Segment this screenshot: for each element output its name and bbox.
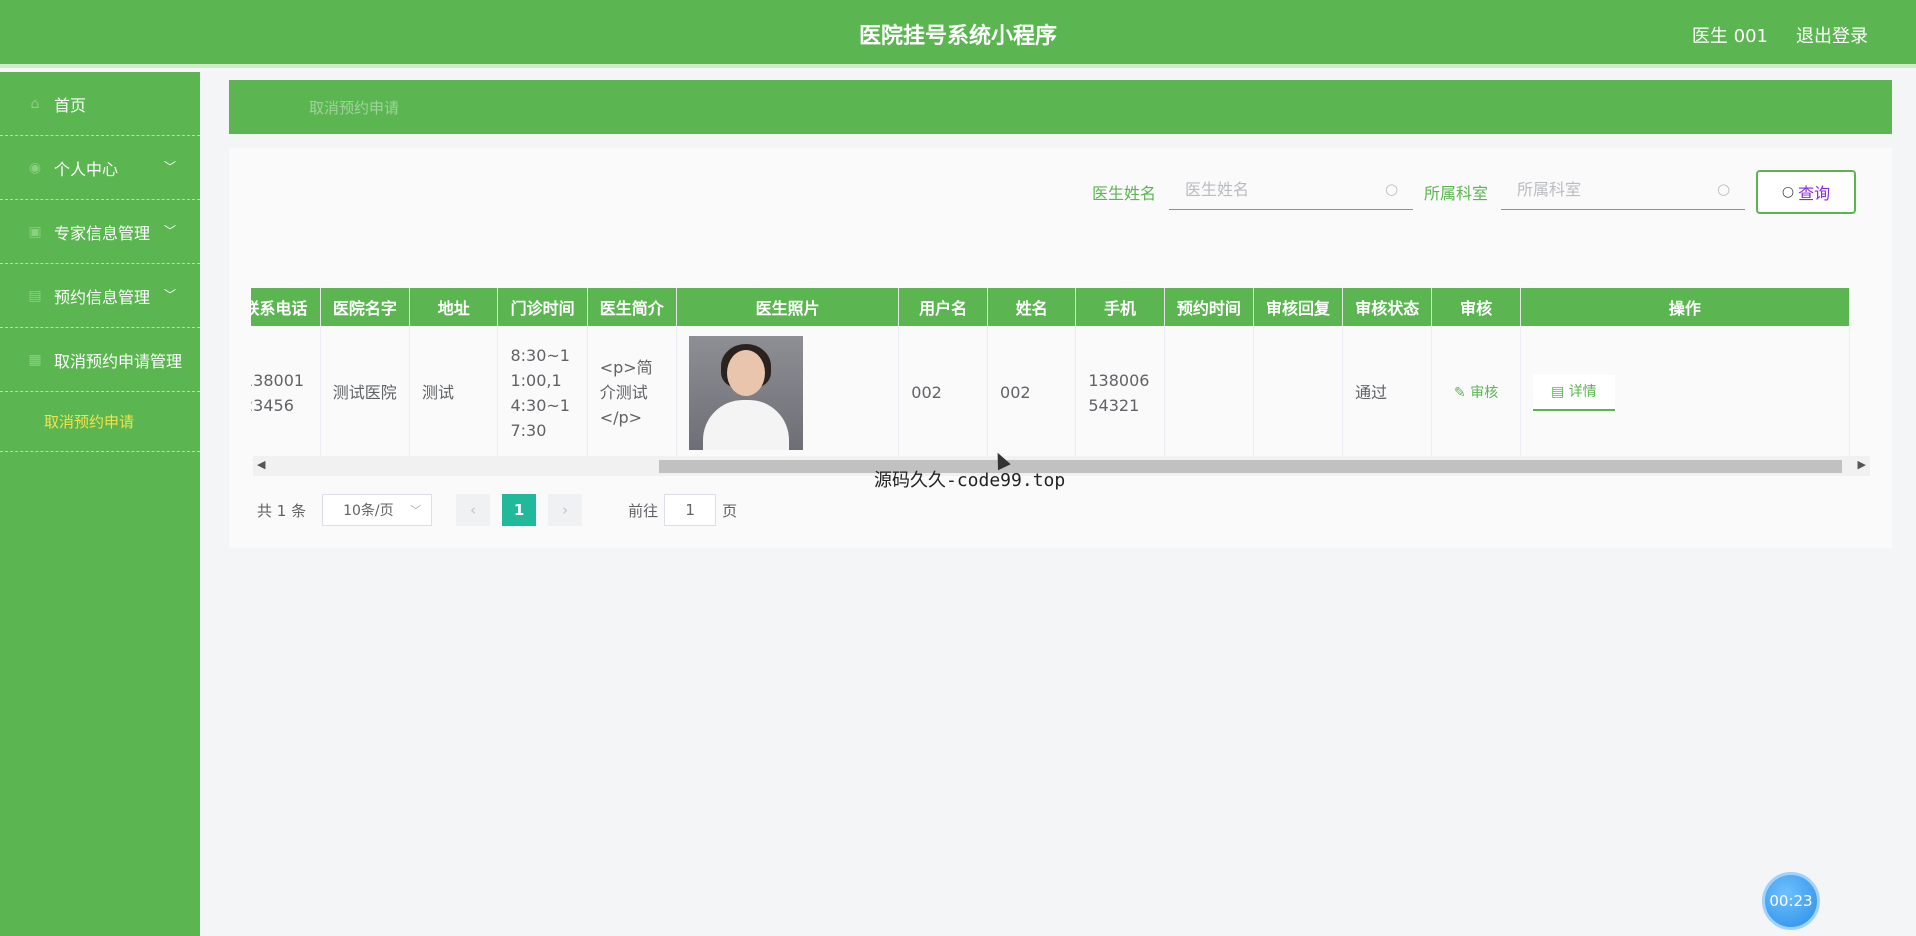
page-size-value: 10条/页 — [343, 503, 394, 519]
total-count: 共 1 条 — [257, 501, 307, 520]
sidebar-item-appointments[interactable]: ▤ 预约信息管理 ﹀ — [0, 264, 200, 328]
audit-label: 审核 — [1470, 385, 1499, 402]
chevron-down-icon: ﹀ — [163, 288, 176, 302]
page-size-select[interactable]: 10条/页 ﹀ — [322, 494, 433, 526]
column-header: 地址 — [409, 288, 499, 326]
chevron-down-icon: ﹀ — [163, 160, 176, 174]
column-header: 姓名 — [987, 288, 1077, 326]
sidebar-item-experts[interactable]: ▣ 专家信息管理 ﹀ — [0, 200, 200, 264]
column-header: 联系电话 — [251, 288, 321, 326]
next-page-button[interactable]: › — [548, 494, 583, 526]
goto-label: 前往 — [628, 501, 659, 520]
document-icon: ▤ — [1551, 383, 1565, 400]
doctor-icon: ▣ — [28, 223, 42, 240]
department-label: 所属科室 — [1424, 184, 1489, 203]
overlay-caption: 源码久久-code99.top — [874, 470, 1066, 491]
top-bar: 医院挂号系统小程序 医生 001 退出登录 — [0, 0, 1916, 68]
audit-link[interactable]: ✎ 审核 — [1454, 385, 1498, 401]
column-header: 用户名 — [898, 288, 989, 326]
breadcrumb[interactable]: 取消预约申请 — [309, 97, 399, 118]
column-header: 医院名字 — [320, 288, 410, 326]
scroll-left-icon[interactable]: ◀ — [257, 458, 265, 471]
search-icon: ○ — [1781, 184, 1795, 200]
user-icon: ◉ — [28, 159, 42, 176]
page-number-current[interactable]: 1 — [502, 494, 537, 526]
sidebar-item-home[interactable]: ⌂ 首页 — [0, 72, 200, 136]
detail-label: 详情 — [1568, 383, 1597, 400]
page-unit-label: 页 — [722, 501, 738, 520]
prev-page-button[interactable]: ‹ — [456, 494, 491, 526]
search-icon: ○ — [1717, 180, 1731, 198]
current-user: 医生 001 — [1691, 26, 1768, 47]
sidebar-item-cancel-requests[interactable]: ▦ 取消预约申请管理 — [0, 328, 200, 392]
home-icon: ⌂ — [30, 95, 40, 112]
sidebar-item-label: 个人中心 — [54, 159, 119, 179]
detail-button[interactable]: ▤ 详情 — [1532, 374, 1615, 411]
goto-page-input[interactable] — [664, 494, 717, 526]
sidebar-item-personal[interactable]: ◉ 个人中心 ﹀ — [0, 136, 200, 200]
table-header-row: 联系电话 医院名字 地址 门诊时间 医生简介 医生照片 用户名 姓名 手机 预约… — [251, 288, 1851, 326]
cell-phone: 13800123456 — [251, 326, 321, 461]
column-header: 操作 — [1520, 288, 1851, 326]
cell-name: 002 — [987, 326, 1077, 461]
chevron-down-icon: ﹀ — [163, 224, 176, 238]
sidebar-subitem-cancel-request[interactable]: 取消预约申请 — [0, 392, 200, 452]
cell-status: 通过 — [1342, 326, 1433, 461]
sidebar: ⌂ 首页 ◉ 个人中心 ﹀ ▣ 专家信息管理 ﹀ ▤ 预约信息管理 ﹀ ▦ 取消… — [0, 72, 200, 936]
table-row: 13800123456 测试医院 测试 8:30~11:00,14:30~17:… — [251, 326, 1851, 461]
column-header: 门诊时间 — [497, 288, 588, 326]
app-title: 医院挂号系统小程序 — [858, 24, 1057, 49]
cell-actions: ▤ 详情 — [1520, 326, 1851, 461]
cell-username: 002 — [898, 326, 989, 461]
chevron-right-icon: › — [562, 501, 569, 519]
cell-hours: 8:30~11:00,14:30~17:30 — [497, 326, 588, 461]
edit-icon: ✎ — [1454, 385, 1466, 402]
doctor-photo — [688, 335, 803, 450]
sidebar-item-label: 首页 — [54, 95, 87, 115]
sidebar-item-label: 取消预约申请管理 — [54, 351, 183, 371]
sidebar-item-label: 预约信息管理 — [54, 287, 151, 307]
column-header: 医生照片 — [676, 288, 900, 326]
column-header: 手机 — [1075, 288, 1165, 326]
cell-hospital: 测试医院 — [320, 326, 410, 461]
column-header: 审核状态 — [1342, 288, 1433, 326]
cell-photo — [676, 326, 900, 461]
doctor-name-label: 医生姓名 — [1092, 184, 1157, 203]
cell-reply — [1253, 326, 1344, 461]
pagination: 共 1 条 10条/页 ﹀ ‹ 1 › 前往 页 — [257, 493, 737, 527]
cell-mobile: 13800654321 — [1075, 326, 1165, 461]
cell-address: 测试 — [409, 326, 499, 461]
column-header: 审核回复 — [1253, 288, 1344, 326]
logout-link[interactable]: 退出登录 — [1796, 22, 1868, 48]
cell-intro: <p>简介测试</p> — [587, 326, 677, 461]
search-icon: ○ — [1385, 180, 1399, 198]
doctor-name-input[interactable] — [1169, 170, 1413, 210]
column-header: 医生简介 — [587, 288, 677, 326]
column-header: 审核 — [1431, 288, 1521, 326]
query-button-label: 查询 — [1798, 184, 1831, 203]
cancel-icon: ▦ — [28, 351, 42, 368]
column-header: 预约时间 — [1164, 288, 1254, 326]
department-input[interactable] — [1501, 170, 1745, 210]
scroll-right-icon[interactable]: ▶ — [1858, 458, 1866, 471]
timer-badge: 00:23 — [1762, 872, 1820, 930]
cell-appointment-time — [1164, 326, 1254, 461]
chevron-left-icon: ‹ — [470, 501, 477, 519]
sidebar-item-label: 专家信息管理 — [54, 223, 151, 243]
scrollbar-thumb[interactable] — [659, 460, 1842, 473]
data-table: 联系电话 医院名字 地址 门诊时间 医生简介 医生照片 用户名 姓名 手机 预约… — [251, 288, 1870, 478]
cell-audit: ✎ 审核 — [1431, 326, 1521, 461]
query-button[interactable]: ○ 查询 — [1756, 170, 1856, 214]
calendar-icon: ▤ — [28, 287, 42, 304]
breadcrumb-bar: 取消预约申请 — [229, 80, 1892, 134]
chevron-down-icon: ﹀ — [410, 504, 422, 517]
